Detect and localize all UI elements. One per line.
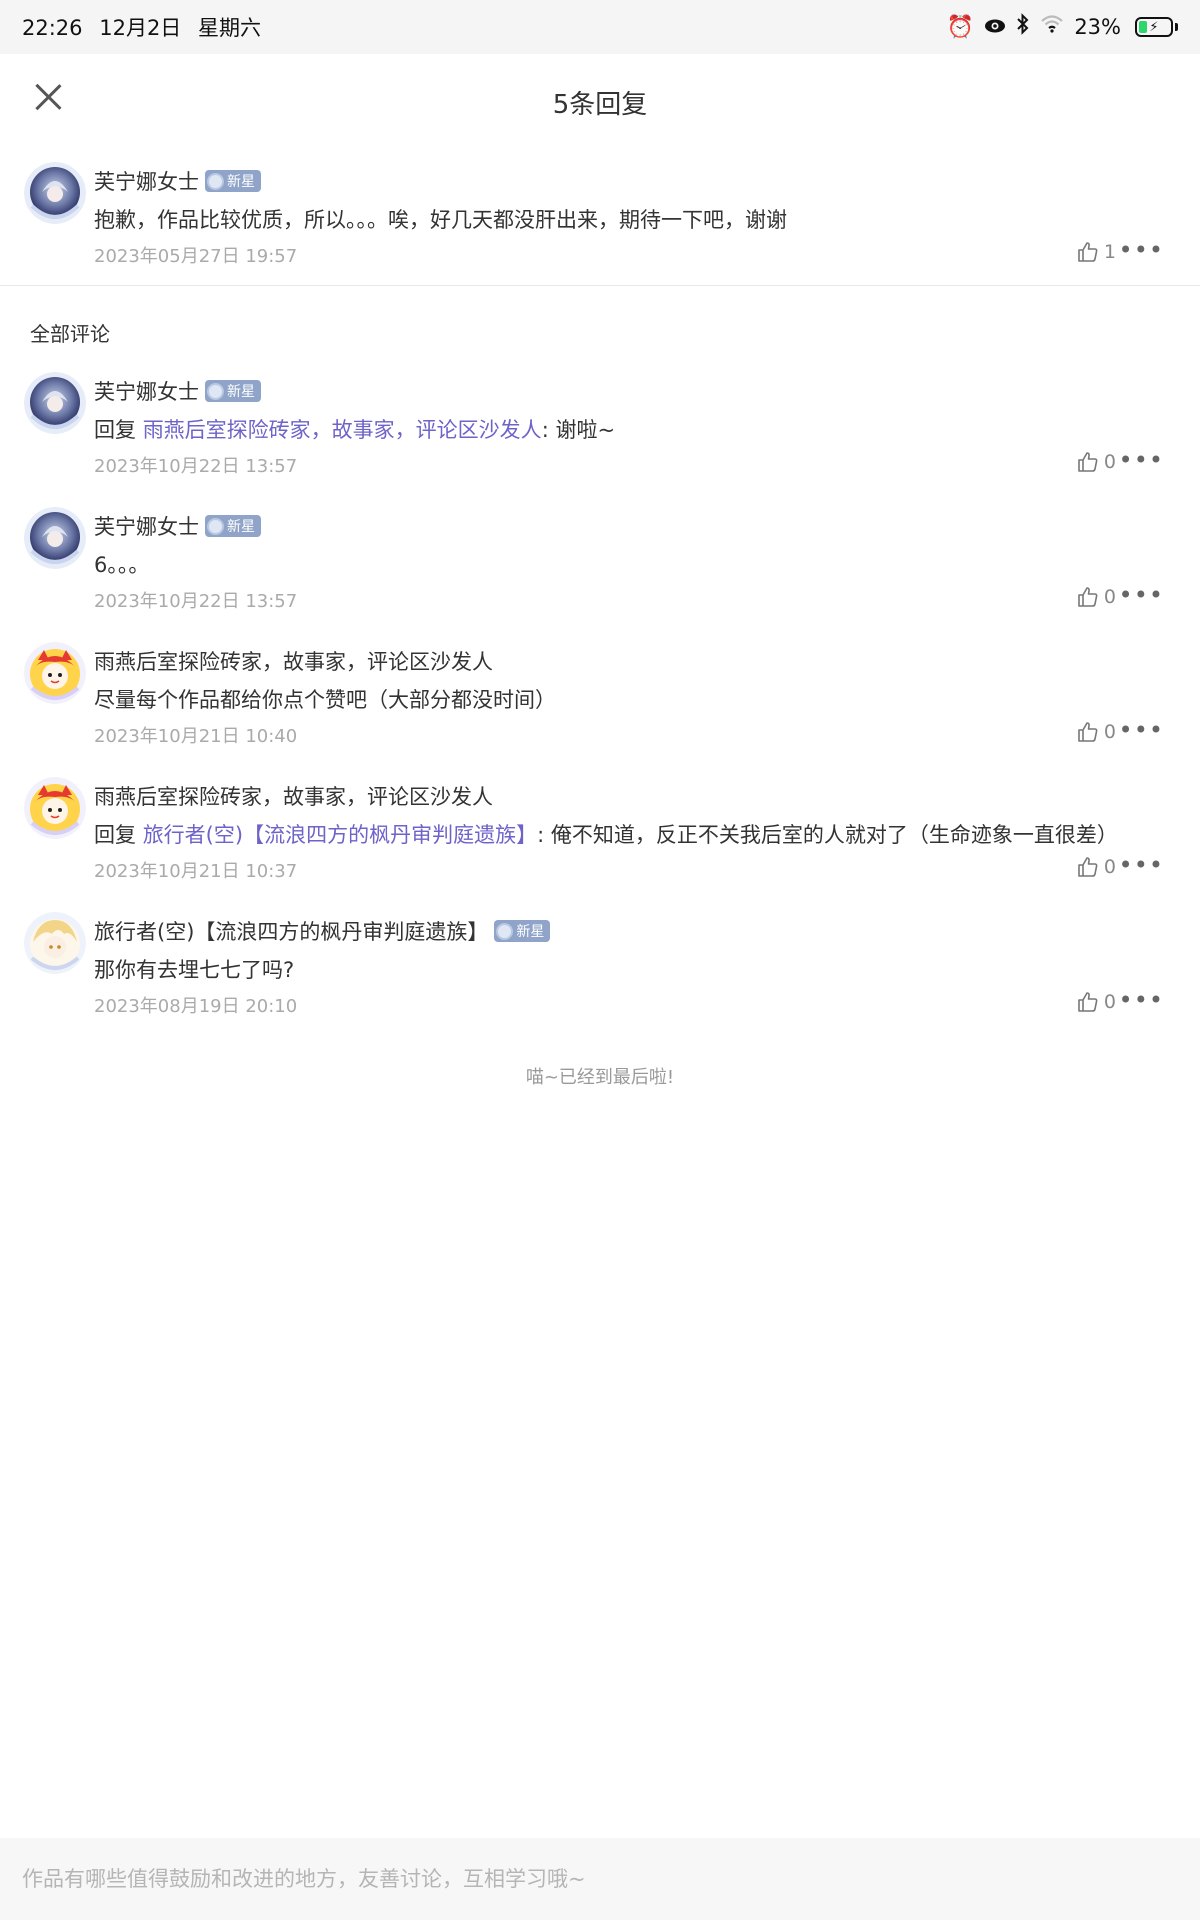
like-button[interactable]: 0 (1076, 990, 1116, 1014)
avatar[interactable] (24, 642, 86, 704)
comment-time: 2023年10月22日 13:57 (94, 456, 298, 477)
comment-author-row: 芙宁娜女士 新星 (94, 376, 261, 406)
comment-text: 尽量每个作品都给你点个赞吧（大部分都没时间） (94, 688, 556, 712)
star-icon (207, 382, 224, 400)
comment-input-bar (0, 1838, 1200, 1920)
close-icon[interactable] (28, 78, 68, 118)
comment-time: 2023年10月21日 10:37 (94, 861, 298, 882)
comment-author-row: 芙宁娜女士 新星 (94, 511, 261, 541)
more-options-icon[interactable]: ••• (1119, 448, 1164, 472)
comment-input[interactable] (22, 1867, 1122, 1891)
comment-text: 抱歉，作品比较优质，所以。。。唉，好几天都没肝出来，期待一下吧，谢谢 (94, 208, 787, 232)
avatar[interactable] (24, 777, 86, 839)
section-title: 全部评论 (30, 322, 110, 346)
level-badge: 新星 (494, 920, 551, 942)
level-badge: 新星 (205, 380, 261, 402)
like-button[interactable]: 0 (1076, 720, 1116, 744)
avatar[interactable] (24, 372, 86, 434)
level-badge: 新星 (205, 170, 261, 192)
comment-author[interactable]: 芙宁娜女士 (94, 166, 199, 196)
bluetooth-icon (1016, 13, 1030, 41)
comment-author[interactable]: 雨燕后室探险砖家，故事家，评论区沙发人 (94, 646, 493, 676)
page-title: 5条回复 (552, 89, 648, 120)
list-item: 雨燕后室探险砖家，故事家，评论区沙发人 尽量每个作品都给你点个赞吧（大部分都没时… (0, 642, 1200, 772)
comment-author-row: 雨燕后室探险砖家，故事家，评论区沙发人 (94, 781, 493, 811)
status-time: 22:26 (22, 16, 83, 40)
comment-author[interactable]: 芙宁娜女士 (94, 376, 199, 406)
comment-author[interactable]: 雨燕后室探险砖家，故事家，评论区沙发人 (94, 781, 493, 811)
thumbs-up-icon (1078, 587, 1098, 607)
like-button[interactable]: 0 (1076, 585, 1116, 609)
reply-to-link[interactable]: 雨燕后室探险砖家，故事家，评论区沙发人 (143, 418, 542, 442)
avatar[interactable] (24, 912, 86, 974)
eye-icon (984, 15, 1006, 40)
comment-author[interactable]: 旅行者(空)【流浪四方的枫丹审判庭遗族】 (94, 916, 488, 946)
list-item: 雨燕后室探险砖家，故事家，评论区沙发人 回复 旅行者(空)【流浪四方的枫丹审判庭… (0, 777, 1200, 907)
avatar[interactable] (24, 162, 86, 224)
list-item: 旅行者(空)【流浪四方的枫丹审判庭遗族】 新星 那你有去埋七七了吗? 2023年… (0, 912, 1200, 1042)
comment-time: 2023年10月21日 10:40 (94, 726, 298, 747)
more-options-icon[interactable]: ••• (1119, 583, 1164, 607)
comment-text: 那你有去埋七七了吗? (94, 958, 295, 982)
thumbs-up-icon (1078, 992, 1098, 1012)
comment-author-row: 芙宁娜女士 新星 (94, 166, 261, 196)
wifi-icon (1040, 14, 1064, 40)
comment-author-row: 旅行者(空)【流浪四方的枫丹审判庭遗族】 新星 (94, 916, 551, 946)
comment-time: 2023年08月19日 20:10 (94, 996, 298, 1017)
like-count: 0 (1103, 856, 1116, 878)
level-badge: 新星 (205, 515, 261, 537)
alarm-icon: ⏰ (946, 14, 975, 40)
star-icon (496, 922, 514, 940)
battery-icon: ⚡ (1135, 17, 1173, 37)
more-options-icon[interactable]: ••• (1119, 718, 1164, 742)
like-button[interactable]: 0 (1076, 855, 1116, 879)
comment-text: 回复 雨燕后室探险砖家，故事家，评论区沙发人: 谢啦~ (94, 418, 616, 442)
star-icon (207, 172, 224, 190)
more-options-icon[interactable]: ••• (1119, 238, 1164, 262)
more-options-icon[interactable]: ••• (1119, 988, 1164, 1012)
status-right: ⏰ 23% ⚡ (947, 13, 1178, 41)
thumbs-up-icon (1078, 722, 1098, 742)
divider (0, 285, 1200, 286)
like-count: 0 (1103, 721, 1116, 743)
list-item: 芙宁娜女士 新星 6。。。 2023年10月22日 13:57 0 ••• (0, 507, 1200, 637)
end-of-list-note: 喵~已经到最后啦! (525, 1067, 675, 1088)
thumbs-up-icon (1078, 857, 1098, 877)
thumbs-up-icon (1078, 452, 1098, 472)
more-options-icon[interactable]: ••• (1119, 853, 1164, 877)
comment-author-row: 雨燕后室探险砖家，故事家，评论区沙发人 (94, 646, 493, 676)
comment-time: 2023年05月27日 19:57 (94, 246, 298, 267)
comment-text: 回复 旅行者(空)【流浪四方的枫丹审判庭遗族】: 俺不知道，反正不关我后室的人就… (94, 823, 1118, 847)
status-weekday: 星期六 (198, 16, 261, 40)
list-item: 芙宁娜女士 新星 回复 雨燕后室探险砖家，故事家，评论区沙发人: 谢啦~ 202… (0, 372, 1200, 502)
like-count: 1 (1103, 241, 1116, 263)
comment-author[interactable]: 芙宁娜女士 (94, 511, 199, 541)
comment-text: 6。。。 (94, 553, 150, 577)
thumbs-up-icon (1078, 242, 1098, 262)
star-icon (207, 517, 224, 535)
reply-to-link[interactable]: 旅行者(空)【流浪四方的枫丹审判庭遗族】 (143, 823, 537, 847)
like-count: 0 (1103, 586, 1116, 608)
like-button[interactable]: 0 (1076, 450, 1116, 474)
header: 5条回复 (0, 54, 1200, 150)
status-date: 12月2日 (99, 16, 182, 40)
parent-comment: 芙宁娜女士 新星 抱歉，作品比较优质，所以。。。唉，好几天都没肝出来，期待一下吧… (0, 162, 1200, 292)
like-count: 0 (1103, 991, 1116, 1013)
like-count: 0 (1103, 451, 1116, 473)
like-button[interactable]: 1 (1076, 240, 1116, 264)
avatar[interactable] (24, 507, 86, 569)
battery-percent: 23% (1074, 15, 1121, 39)
status-left: 22:26 12月2日 星期六 (22, 12, 271, 42)
comment-time: 2023年10月22日 13:57 (94, 591, 298, 612)
status-bar: 22:26 12月2日 星期六 ⏰ 23% ⚡ (0, 0, 1200, 54)
